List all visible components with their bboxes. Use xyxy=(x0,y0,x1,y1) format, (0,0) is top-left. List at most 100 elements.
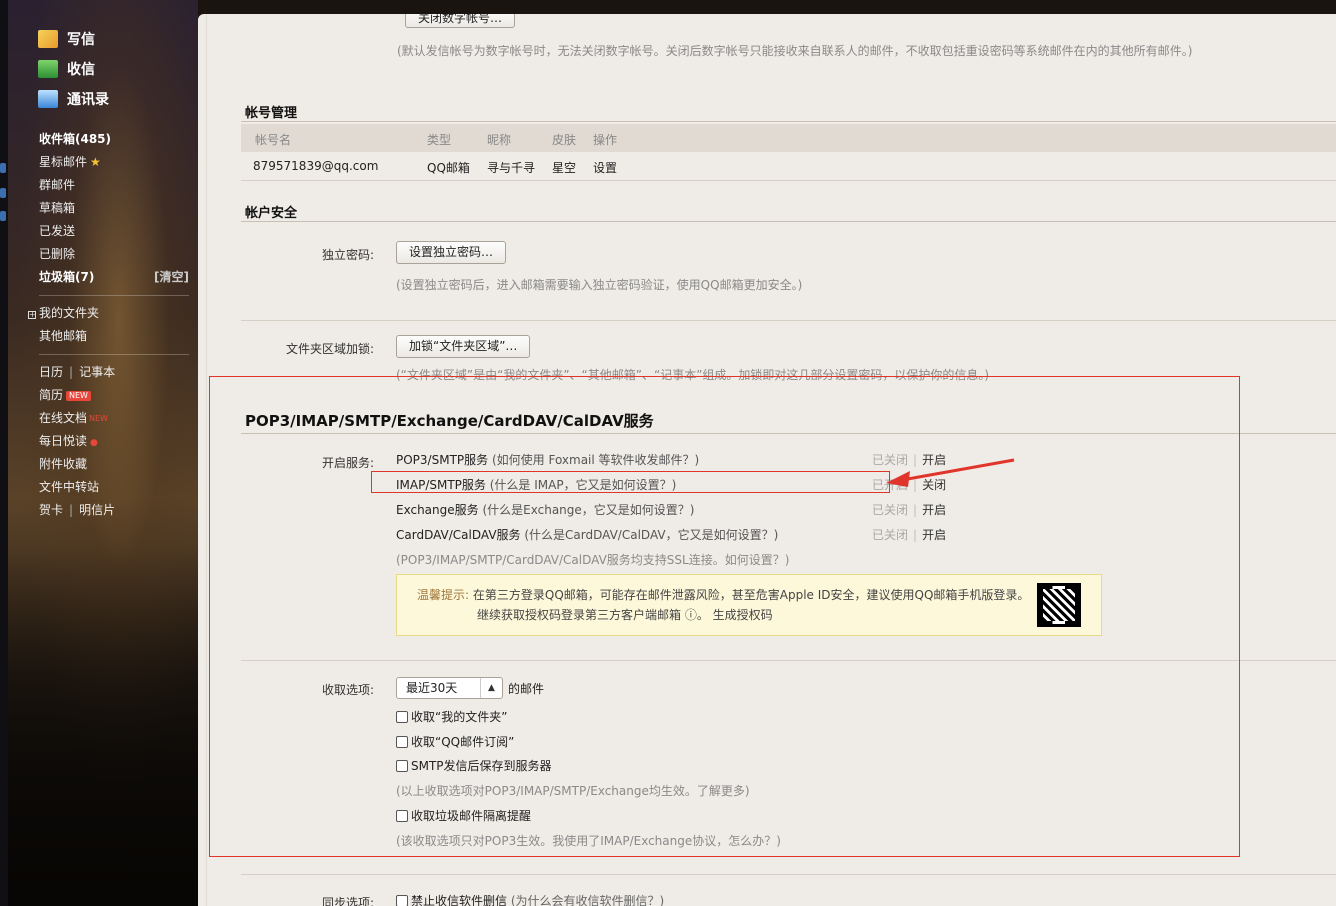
settings-content: 关闭数字帐号… (默认发信帐号为数字帐号时，无法关闭数字帐号。关闭后数字帐号只能… xyxy=(206,14,1336,906)
greeting-card-link[interactable]: 贺卡 xyxy=(39,503,63,517)
folder-inbox[interactable]: 收件箱(485) xyxy=(39,128,189,151)
folder-deleted[interactable]: 已删除 xyxy=(39,243,189,266)
table-row: 879571839@qq.com QQ邮箱 寻与千寻 星空 设置 xyxy=(241,152,1336,180)
new-badge: NEW xyxy=(66,390,91,401)
checkbox[interactable] xyxy=(396,894,408,906)
receive-options-label: 收取选项: xyxy=(321,683,374,697)
select-updown-icon: ▲ xyxy=(480,678,502,698)
col-type: 类型 xyxy=(427,133,452,147)
account-skin: 星空 xyxy=(552,161,577,175)
attachments-link[interactable]: 附件收藏 xyxy=(39,453,189,476)
imap-help-link[interactable]: (什么是 IMAP，它又是如何设置？) xyxy=(490,478,677,492)
folder-starred[interactable]: 星标邮件 ★ xyxy=(39,151,189,174)
exchange-help-link[interactable]: (什么是Exchange，它又是如何设置？) xyxy=(482,503,694,517)
folder-list: 收件箱(485) 星标邮件 ★ 群邮件 草稿箱 已发送 已删除 垃圾箱(7) [清空… xyxy=(28,128,189,522)
receive-range-select[interactable]: 最近30天 ▲ xyxy=(396,677,503,699)
sync-options-label: 同步选项: xyxy=(321,896,374,906)
postcard-link[interactable]: 明信片 xyxy=(79,503,115,517)
option-my-folders[interactable]: 收取“我的文件夹” xyxy=(396,708,507,725)
file-transfer-link[interactable]: 文件中转站 xyxy=(39,476,189,499)
account-mgmt-title: 帐号管理 xyxy=(245,106,298,121)
checkbox[interactable] xyxy=(396,710,408,723)
divider xyxy=(241,660,1336,661)
folder-other-mailbox[interactable]: 其他邮箱 xyxy=(39,325,189,348)
checkbox[interactable] xyxy=(396,809,408,822)
pop3-help-link[interactable]: (如何使用 Foxmail 等软件收发邮件？) xyxy=(492,453,699,467)
caldav-toggle-link[interactable]: 开启 xyxy=(922,528,946,542)
online-docs-link[interactable]: 在线文档 NEW xyxy=(39,407,189,430)
window-edge-strip xyxy=(0,0,8,906)
caldav-status: 已关闭 | 开启 xyxy=(872,528,947,542)
col-skin: 皮肤 xyxy=(552,133,577,147)
calendar-link[interactable]: 日历 xyxy=(39,365,63,379)
daily-read-link[interactable]: 每日悦读 ● xyxy=(39,430,189,453)
contacts-link[interactable]: 通讯录 xyxy=(38,84,109,114)
folder-drafts[interactable]: 草稿箱 xyxy=(39,197,189,220)
divider xyxy=(39,295,189,296)
divider xyxy=(241,874,1336,875)
sidebar-primary-nav: 写信 收信 通讯录 xyxy=(38,24,109,114)
password-hint: (设置独立密码后，进入邮箱需要输入独立密码验证，使用QQ邮箱更加安全。) xyxy=(396,278,803,292)
resume-link[interactable]: 简历 NEW xyxy=(39,384,189,407)
checkbox[interactable] xyxy=(396,759,408,772)
caldav-service-row: CardDAV/CalDAV服务 (什么是CardDAV/CalDAV，它又是如… xyxy=(396,528,779,542)
option-no-delete[interactable]: 禁止收信软件删信 (为什么会有收信软件删信？) xyxy=(396,892,664,906)
folder-sent[interactable]: 已发送 xyxy=(39,220,189,243)
star-icon: ★ xyxy=(90,155,101,169)
option-qq-subscription[interactable]: 收取“QQ邮件订阅” xyxy=(396,733,514,750)
expand-plus-icon[interactable]: + xyxy=(28,311,36,319)
auth-code-link[interactable]: 继续获取授权码登录第三方客户端邮箱 ⓘ。 生成授权码 xyxy=(477,606,773,623)
col-action: 操作 xyxy=(593,133,618,147)
compose-icon xyxy=(38,30,58,48)
receive-range-suffix: 的邮件 xyxy=(508,682,545,696)
divider xyxy=(241,221,1336,222)
digital-account-hint: (默认发信帐号为数字帐号时，无法关闭数字帐号。关闭后数字帐号只能接收来自联系人的… xyxy=(397,44,1193,58)
empty-spam-link[interactable]: [清空] xyxy=(154,266,189,289)
sync-help-link[interactable]: (为什么会有收信软件删信？) xyxy=(511,892,664,906)
folder-lock-hint: (“文件夹区域”是由“我的文件夹”、“其他邮箱”、“记事本”组成。加锁即对这几部… xyxy=(396,368,990,382)
receive-link[interactable]: 收信 xyxy=(38,54,109,84)
divider xyxy=(241,180,1336,181)
exchange-status: 已关闭 | 开启 xyxy=(872,503,947,517)
contact-card-icon xyxy=(38,90,58,108)
open-services-label: 开启服务: xyxy=(321,456,374,470)
account-nickname: 寻与千寻 xyxy=(487,161,536,175)
divider xyxy=(241,121,1336,122)
folder-group[interactable]: 群邮件 xyxy=(39,174,189,197)
receive-options-hint: (以上收取选项对POP3/IMAP/SMTP/Exchange均生效。了解更多) xyxy=(396,784,750,798)
exchange-toggle-link[interactable]: 开启 xyxy=(922,503,946,517)
option-smtp-save[interactable]: SMTP发信后保存到服务器 xyxy=(396,757,552,774)
option-spam-reminder[interactable]: 收取垃圾邮件隔离提醒 xyxy=(396,807,531,824)
account-settings-link[interactable]: 设置 xyxy=(593,159,617,176)
lock-folder-button[interactable]: 加锁“文件夹区域”… xyxy=(396,335,531,358)
checkbox[interactable] xyxy=(396,735,408,748)
ssl-hint: (POP3/IMAP/SMTP/CardDAV/CalDAV服务均支持SSL连接… xyxy=(396,553,790,567)
sidebar-row-cards: 贺卡 | 明信片 xyxy=(39,503,116,517)
annotation-arrow-icon xyxy=(886,458,1015,487)
folder-spam[interactable]: 垃圾箱(7) [清空] xyxy=(39,266,189,289)
pop3-only-hint: (该收取选项只对POP3生效。我使用了IMAP/Exchange协议，怎么办？) xyxy=(396,834,781,848)
notes-link[interactable]: 记事本 xyxy=(79,365,115,379)
compose-link[interactable]: 写信 xyxy=(38,24,109,54)
pop3-service-row: POP3/SMTP服务 (如何使用 Foxmail 等软件收发邮件？) xyxy=(396,453,700,467)
services-title: POP3/IMAP/SMTP/Exchange/CardDAV/CalDAV服务 xyxy=(245,412,654,430)
independent-password-label: 独立密码: xyxy=(321,248,374,262)
settings-panel: 关闭数字帐号… (默认发信帐号为数字帐号时，无法关闭数字帐号。关闭后数字帐号只能… xyxy=(198,14,1336,906)
caldav-help-link[interactable]: (什么是CardDAV/CalDAV，它又是如何设置？) xyxy=(524,528,778,542)
divider xyxy=(39,354,189,355)
account-email: 879571839@qq.com xyxy=(253,159,379,173)
notice-line-1: 温馨提示: 在第三方登录QQ邮箱，可能存在邮件泄露风险，甚至危害Apple ID… xyxy=(417,588,1030,602)
qr-code-icon xyxy=(1037,583,1081,627)
sidebar-row-calendar-notes: 日历 | 记事本 xyxy=(39,365,116,379)
red-dot-icon: ● xyxy=(90,438,98,448)
folder-my-folders[interactable]: + 我的文件夹 xyxy=(28,302,189,325)
security-notice-box: 温馨提示: 在第三方登录QQ邮箱，可能存在邮件泄露风险，甚至危害Apple ID… xyxy=(396,574,1102,636)
download-icon xyxy=(38,60,58,78)
new-badge: NEW xyxy=(89,414,108,423)
exchange-service-row: Exchange服务 (什么是Exchange，它又是如何设置？) xyxy=(396,503,695,517)
divider xyxy=(241,433,1336,434)
folder-lock-label: 文件夹区域加锁: xyxy=(285,342,374,356)
sidebar-background-art xyxy=(8,546,198,906)
close-digital-account-button[interactable]: 关闭数字帐号… xyxy=(405,14,516,28)
set-password-button[interactable]: 设置独立密码… xyxy=(396,241,507,264)
